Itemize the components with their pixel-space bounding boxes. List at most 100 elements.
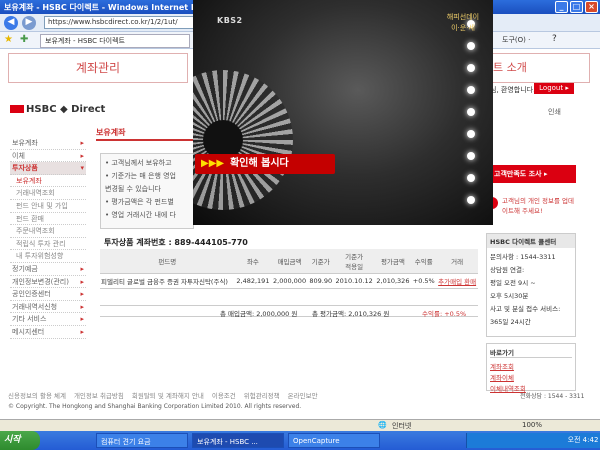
survey-button[interactable]: 고객만족도 조사 ▸ [486, 165, 576, 183]
close-button[interactable]: × [585, 1, 598, 13]
sidebar-item-label: 기타 서비스 [12, 315, 47, 324]
sidebar-item-label: 적립식 투자 관리 [16, 239, 66, 248]
chevron-icon: ▾ [80, 164, 84, 173]
chevron-icon: ▸ [80, 264, 84, 273]
tools-menu[interactable]: 도구(O) · [502, 35, 530, 45]
sidebar-item[interactable]: 적립식 투자 관리 [10, 238, 86, 251]
sidebar-item[interactable]: 공인인증센터 ▸ [10, 288, 86, 301]
chevron-icon: ▸ [80, 290, 84, 299]
total-return: 수익률: +0.5% [422, 310, 467, 318]
chevron-icon: ▸ [80, 139, 84, 147]
caption-arrows: ▶▶▶ [201, 158, 225, 169]
column-header: 펀드명 [100, 249, 235, 274]
page-title: 보유계좌 [96, 128, 126, 137]
print-link[interactable]: 인쇄 [548, 107, 561, 117]
call-center-line: 오후 5시30분 [490, 292, 529, 300]
table-body: 피델리티 글로벌 금융주 증권 자투자신탁(주식) 2,482,191 2,000,… [100, 273, 478, 289]
trade-action-link[interactable]: 추가매입 환매 [436, 273, 478, 289]
sidebar-item[interactable]: 보유계좌 ▸ [10, 137, 86, 150]
update-info-text: 고객님의 개인 정보를 업데이트해 주세요! [502, 197, 574, 215]
favorites-star-icon[interactable]: ★ [4, 34, 13, 45]
sidebar-item[interactable]: 펀드 환매 [10, 213, 86, 226]
footer-link[interactable]: 온라인보안 [288, 392, 318, 400]
footer-link[interactable]: 회원탈퇴 및 계좌해지 안내 [132, 392, 204, 400]
sidebar-item[interactable]: 이체 ▸ [10, 150, 86, 163]
sidebar-item-label: 보유계좌 [16, 176, 42, 185]
quick-link[interactable]: 계좌조회 [490, 361, 572, 371]
tab-hsbc[interactable]: 보유계좌 - HSBC 다이렉트 [40, 34, 190, 48]
notice-box: • 고객님께서 보유하고 • 기준가는 매 은행 영업 변경될 수 있습니다 • 평… [100, 153, 194, 229]
taskbar: 시작 컴퓨터 견기 요금 보유계좌 - HSBC ... OpenCapture… [0, 431, 600, 450]
task-item[interactable]: 컴퓨터 견기 요금 [96, 433, 188, 448]
column-header: 매입금액 [271, 249, 308, 274]
program-logo: 해피선데이 이·운·세 [446, 13, 480, 32]
chevron-icon: ▸ [80, 302, 84, 311]
sidebar-item-label: 펀드 환매 [16, 214, 44, 223]
quick-link[interactable]: 계좌이체 [490, 372, 572, 382]
intro-banner[interactable]: 트 소개 [490, 53, 590, 83]
sidebar-item[interactable]: 펀드 안내 및 가입 [10, 200, 86, 213]
sidebar-item[interactable]: 보유계좌 [10, 175, 86, 188]
notice-line: • 고객님께서 보유하고 [105, 159, 172, 167]
sidebar-item-label: 내 투자위험성향 [16, 252, 64, 261]
sidebar-item[interactable]: 투자상품 ▾ [10, 162, 86, 175]
help-icon[interactable]: ? [552, 34, 557, 44]
back-icon[interactable]: ◀ [4, 16, 18, 30]
sidebar-item[interactable]: 거래내역조회 [10, 187, 86, 200]
chevron-icon: ▸ [80, 151, 84, 160]
call-center-lines: 문의사항 : 1544-3311 상담원 연결: 평일 오전 9시 ~ 오후 5시30… [490, 251, 572, 326]
sidebar-item[interactable]: 거래내역서신청 ▸ [10, 301, 86, 314]
logout-button[interactable]: Logout ▸ [534, 83, 574, 94]
column-header: 좌수 [234, 249, 272, 274]
forward-icon[interactable]: ▶ [22, 16, 36, 30]
total-valuation: 총 평가금액: 2,010,326 원 [312, 310, 390, 318]
sidebar-item[interactable]: 내 투자위험성향 [10, 250, 86, 263]
cell-name: 피델리티 글로벌 금융주 증권 자투자신탁(주식) [100, 273, 235, 289]
column-header: 거래 [436, 249, 478, 274]
sidebar-item[interactable]: 주문내역조회 [10, 225, 86, 238]
video-overlay[interactable]: KBS2 해피선데이 이·운·세 ▶▶▶ 확인해 봅시다 [193, 0, 493, 225]
zoom-level[interactable]: 100% [522, 421, 542, 429]
footer-link[interactable]: 개인정보 취급방침 [74, 392, 124, 400]
summary-row: 총 매입금액: 2,000,000 원 총 평가금액: 2,010,326 원 … [100, 305, 478, 318]
task-item[interactable]: OpenCapture [288, 433, 380, 448]
sidebar-nav: 보유계좌 ▸ 이체 ▸ 투자상품 ▾ 보유계좌거래내역조회 펀드 안내 및 가입 펀드 환매주문… [10, 137, 86, 339]
video-caption: ▶▶▶ 확인해 봅시다 [195, 154, 335, 174]
sidebar-item-label: 이체 [12, 151, 25, 160]
notice-line: • 영업 거래시간 내에 다 [105, 211, 176, 219]
sidebar-item-label: 주문내역조회 [16, 227, 55, 236]
table-row: 피델리티 글로벌 금융주 증권 자투자신탁(주식) 2,482,191 2,000,… [100, 273, 478, 289]
sidebar-item[interactable]: 개인정보변경(관리) ▸ [10, 276, 86, 289]
sidebar-item-label: 메시지센터 [12, 327, 45, 336]
caption-text: 확인해 봅시다 [230, 158, 289, 169]
quick-links-box: 바로가기 계좌조회 계좌이체 이체내역조회 [486, 343, 576, 393]
sidebar-item-label: 개인정보변경(관리) [12, 277, 69, 286]
minimize-button[interactable]: _ [555, 1, 568, 13]
call-center-header: HSBC 다이렉트 콜센터 [487, 234, 575, 248]
sidebar-item[interactable]: 메시지센터 ▸ [10, 326, 86, 339]
url-input[interactable]: https://www.hsbcdirect.co.kr/1/2/1ut/ [44, 16, 194, 29]
footer-link[interactable]: 신용정보의 활용 체계 [8, 392, 66, 400]
welcome-text: 님, 환영합니다. [490, 86, 536, 94]
cell-units: 2,482,191 [234, 273, 272, 289]
notice-line: 변경될 수 있습니다 [105, 185, 161, 193]
sidebar-item[interactable]: 기타 서비스 ▸ [10, 313, 86, 326]
task-item[interactable]: 보유계좌 - HSBC ... [192, 433, 284, 448]
cell-nav-date: 2010.10.12 [333, 273, 375, 289]
sidebar-item-label: 투자상품 [12, 164, 38, 173]
maximize-button[interactable]: □ [570, 1, 583, 13]
chevron-icon: ▸ [80, 277, 84, 286]
hsbc-logo[interactable]: HSBC ◆ Direct [10, 104, 105, 115]
call-center-line: 문의사항 : 1544-3311 [490, 253, 556, 261]
footer-phone: 전화상담 : 1544 - 3311 [520, 393, 585, 400]
update-info-link[interactable]: ! 고객님의 개인 정보를 업데이트해 주세요! [486, 195, 576, 219]
add-favorite-icon[interactable]: ✚ [20, 34, 28, 45]
sidebar-item[interactable]: 정기예금 ▸ [10, 263, 86, 276]
notice-line: • 평가금액은 각 펀드별 [105, 198, 174, 206]
call-center-box: HSBC 다이렉트 콜센터 문의사항 : 1544-3311 상담원 연결: 평일 … [486, 233, 576, 337]
footer-link[interactable]: 이용조건 [212, 392, 236, 400]
start-button[interactable]: 시작 [0, 431, 40, 450]
footer-link[interactable]: 위험관리정책 [244, 392, 280, 400]
section-banner: 계좌관리 [8, 53, 188, 83]
holdings-table: 펀드명 좌수 매입금액 기준가 기준가 적용일 평가금액 수익률 거래 피델리티 글로벌 금융… [100, 249, 478, 289]
